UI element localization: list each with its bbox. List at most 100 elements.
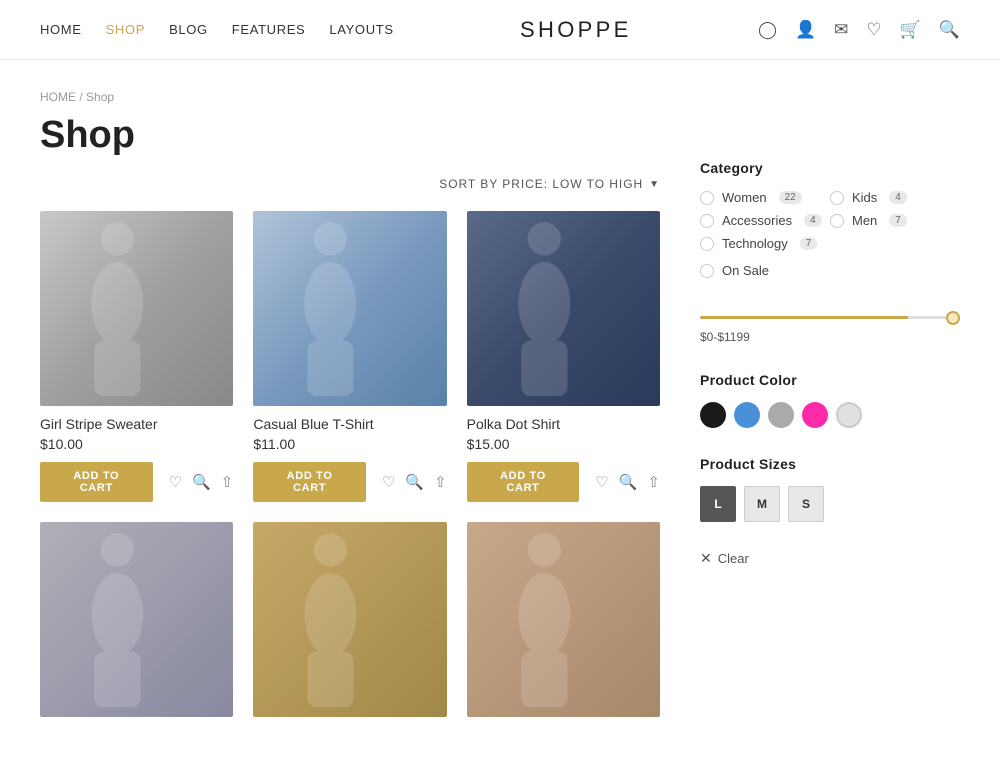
navbar: HOME SHOP BLOG FEATURES LAYOUTS SHOPPE ◯… [0,0,1000,60]
product-grid: Girl Stripe Sweater$10.00ADD TO CART♡🔍⇧C… [40,211,660,717]
clear-x-icon: ✕ [700,550,712,567]
main-container: HOME / Shop Shop SORT BY PRICE: LOW TO H… [0,60,1000,757]
category-men: Men 7 [830,213,960,228]
color-blue[interactable] [734,402,760,428]
breadcrumb-separator: / [79,90,86,104]
chevron-down-icon: ▼ [649,179,660,190]
price-range-section: $0-$1199 [700,306,960,344]
category-section: Category Women 22 Kids 4 Accessories 4 [700,160,960,278]
size-buttons: L M S [700,486,960,522]
product-card [467,522,660,717]
product-card [40,522,233,717]
product-image [253,211,446,406]
clear-label: Clear [718,551,749,566]
color-swatches [700,402,960,428]
category-men-radio[interactable] [830,214,844,228]
product-name: Casual Blue T-Shirt [253,416,446,432]
price-slider-wrap [700,306,960,322]
on-sale-label: On Sale [722,263,769,278]
category-technology-count: 7 [800,237,818,250]
nav-layouts[interactable]: LAYOUTS [329,22,393,37]
add-to-cart-button[interactable]: ADD TO CART [40,462,153,502]
page-title: Shop [40,114,660,157]
on-sale-row: On Sale [700,263,960,278]
category-title: Category [700,160,960,176]
product-card: Polka Dot Shirt $15.00 ADD TO CART ♡ 🔍 ⇧ [467,211,660,502]
nav-blog[interactable]: BLOG [169,22,208,37]
nav-home[interactable]: HOME [40,22,82,37]
nav-features[interactable]: FEATURES [232,22,306,37]
category-kids-label: Kids [852,190,877,205]
category-technology-label: Technology [722,236,788,251]
product-color-section: Product Color [700,372,960,428]
search-icon[interactable]: 🔍 [939,20,960,40]
category-women-radio[interactable] [700,191,714,205]
size-M[interactable]: M [744,486,780,522]
nav-icon-group: ◯ 👤 ✉ ♡ 🛒 🔍 [758,20,960,40]
category-men-label: Men [852,213,877,228]
breadcrumb: HOME / Shop [40,90,660,104]
category-accessories-label: Accessories [722,213,792,228]
category-kids: Kids 4 [830,190,960,205]
wishlist-icon[interactable]: ♡ [866,20,881,40]
category-men-count: 7 [889,214,907,227]
action-icons: ♡ 🔍 ⇧ [169,473,234,491]
clear-button[interactable]: ✕ Clear [700,550,749,567]
product-image [467,522,660,717]
share-icon[interactable]: ⇧ [434,473,447,491]
size-S[interactable]: S [788,486,824,522]
clear-section: ✕ Clear [700,550,960,567]
category-accessories-radio[interactable] [700,214,714,228]
wishlist-icon[interactable]: ♡ [169,473,182,491]
color-light-gray[interactable] [836,402,862,428]
category-kids-radio[interactable] [830,191,844,205]
user-icon[interactable]: 👤 [795,20,816,40]
action-icons: ♡ 🔍 ⇧ [382,473,447,491]
product-card: Girl Stripe Sweater$10.00ADD TO CART♡🔍⇧ [40,211,233,502]
product-actions: ADD TO CART ♡ 🔍 ⇧ [467,462,660,502]
add-to-cart-button[interactable]: ADD TO CART [467,462,580,502]
product-color-title: Product Color [700,372,960,388]
breadcrumb-home[interactable]: HOME [40,90,76,104]
breadcrumb-current: Shop [86,90,114,104]
price-range-slider[interactable] [700,316,960,319]
sidebar: Category Women 22 Kids 4 Accessories 4 [700,60,960,717]
zoom-icon[interactable]: 🔍 [405,473,424,491]
product-actions: ADD TO CART ♡ 🔍 ⇧ [40,462,233,502]
wishlist-icon[interactable]: ♡ [382,473,395,491]
nav-links: HOME SHOP BLOG FEATURES LAYOUTS [40,22,394,37]
product-price: $11.00 [253,436,446,452]
price-range-label: $0-$1199 [700,330,960,344]
nav-shop[interactable]: SHOP [106,22,145,37]
category-technology: Technology 7 [700,236,960,251]
product-actions: ADD TO CART ♡ 🔍 ⇧ [253,462,446,502]
category-women-label: Women [722,190,767,205]
product-image [40,211,233,406]
category-technology-radio[interactable] [700,237,714,251]
sort-bar: SORT BY PRICE: LOW TO HIGH ▼ [40,177,660,191]
category-kids-count: 4 [889,191,907,204]
product-sizes-title: Product Sizes [700,456,960,472]
site-logo: SHOPPE [520,17,632,43]
color-black[interactable] [700,402,726,428]
on-sale-radio[interactable] [700,264,714,278]
product-name: Girl Stripe Sweater [40,416,233,432]
color-gray[interactable] [768,402,794,428]
zoom-icon[interactable]: 🔍 [192,473,211,491]
product-card [253,522,446,717]
mail-icon[interactable]: ✉ [834,20,848,40]
product-name: Polka Dot Shirt [467,416,660,432]
color-pink[interactable] [802,402,828,428]
sort-dropdown[interactable]: SORT BY PRICE: LOW TO HIGH ▼ [439,177,660,191]
product-price: $15.00 [467,436,660,452]
zoom-icon[interactable]: 🔍 [619,473,638,491]
wishlist-icon[interactable]: ♡ [595,473,608,491]
add-to-cart-button[interactable]: ADD TO CART [253,462,366,502]
size-L[interactable]: L [700,486,736,522]
share-icon[interactable]: ⇧ [221,473,234,491]
share-icon[interactable]: ⇧ [647,473,660,491]
sort-label-text: SORT BY PRICE: LOW TO HIGH [439,177,643,191]
product-card: Casual Blue T-Shirt $11.00 ADD TO CART ♡ 🔍 ⇧ [253,211,446,502]
location-icon[interactable]: ◯ [758,20,777,40]
cart-icon[interactable]: 🛒 [900,20,921,40]
